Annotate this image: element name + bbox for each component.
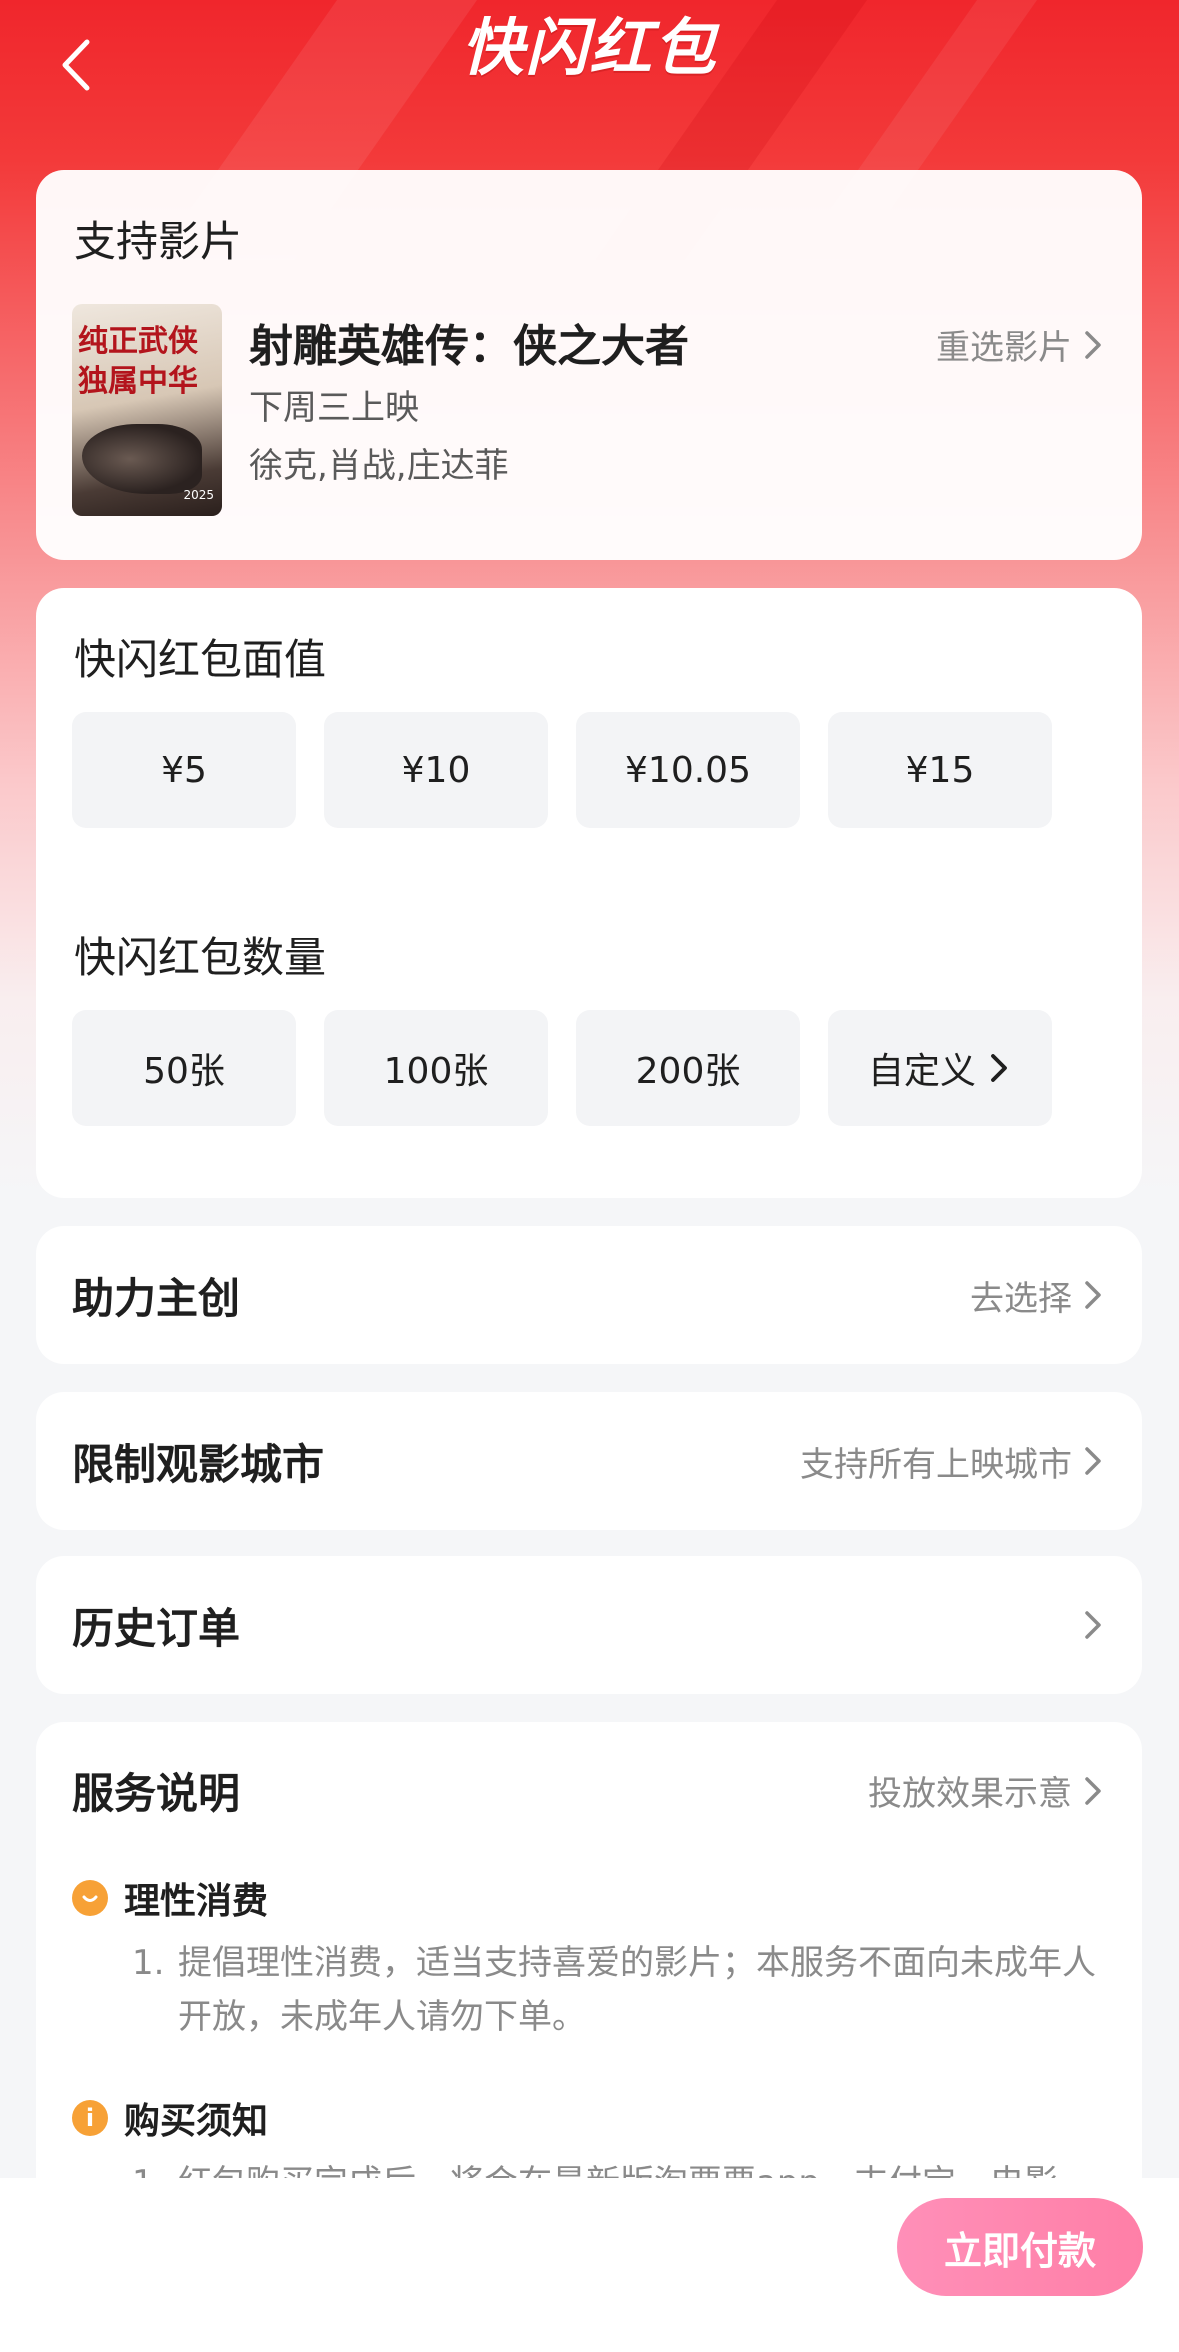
chevron-right-icon [1085,1447,1101,1475]
reselect-movie-button[interactable]: 重选影片 [936,320,1106,369]
rational-consumption-title: 理性消费 [124,1881,269,1922]
page: 快闪红包 支持影片 纯正武侠 独属中华 2025 射雕英雄传：侠之大者 下周三上… [0,0,1179,2352]
quantity-option[interactable]: 100张 [324,1010,548,1126]
movie-poster: 纯正武侠 独属中华 2025 [72,304,222,516]
help-creators-action: 去选择 [970,1271,1106,1320]
movie-name: 射雕英雄传：侠之大者 [249,321,689,372]
quantity-option[interactable]: 50张 [72,1010,296,1126]
pay-now-button[interactable]: 立即付款 [897,2198,1143,2296]
custom-quantity-button[interactable]: 自定义 [828,1010,1052,1126]
quantity-title: 快闪红包数量 [74,933,327,982]
chevron-right-icon [1085,1776,1101,1805]
purchase-notice-heading: i 购买须知 [72,2092,268,2144]
movie-release: 下周三上映 [249,388,419,428]
face-value-option[interactable]: ¥10.05 [576,712,800,828]
city-limit-value: 支持所有上映城市 [800,1437,1106,1486]
poster-headline: 纯正武侠 独属中华 [78,324,198,399]
poster-artwork [82,424,202,494]
effect-demo-link[interactable]: 投放效果示意 [868,1766,1106,1815]
help-creators-title: 助力主创 [72,1273,241,1323]
help-creators-action-label: 去选择 [970,1278,1072,1319]
face-value-options: ¥5 ¥10 ¥10.05 ¥15 [72,712,1052,828]
help-creators-row[interactable]: 助力主创 去选择 [36,1226,1142,1364]
page-title: 快闪红包 [461,11,718,84]
bottom-bar: 立即付款 [0,2178,1179,2352]
history-orders-title: 历史订单 [72,1603,241,1653]
list-number: 1. [132,1943,165,1983]
effect-demo-label: 投放效果示意 [868,1774,1072,1814]
history-orders-row[interactable]: 历史订单 [36,1556,1142,1694]
purchase-notice-title: 购买须知 [124,2101,269,2142]
city-limit-row[interactable]: 限制观影城市 支持所有上映城市 [36,1392,1142,1530]
movie-card: 支持影片 纯正武侠 独属中华 2025 射雕英雄传：侠之大者 下周三上映 徐克,… [36,170,1142,560]
service-title: 服务说明 [72,1769,241,1818]
movie-section-title: 支持影片 [74,217,243,266]
service-header: 服务说明 投放效果示意 [72,1760,1106,1821]
quantity-options: 50张 100张 200张 自定义 [72,1010,1052,1126]
rational-consumption-heading: 理性消费 [72,1872,268,1924]
city-limit-value-label: 支持所有上映城市 [800,1444,1072,1485]
reselect-label: 重选影片 [936,328,1072,368]
chevron-right-icon [1085,1281,1101,1309]
chevron-right-icon [1085,330,1101,359]
rational-consumption-text: 1. 提倡理性消费，适当支持喜爱的影片；本服务不面向未成年人开放，未成年人请勿下… [132,1936,1112,2044]
movie-cast: 徐克,肖战,庄达菲 [249,446,509,486]
face-value-option[interactable]: ¥5 [72,712,296,828]
face-value-option[interactable]: ¥10 [324,712,548,828]
list-item-text: 提倡理性消费，适当支持喜爱的影片；本服务不面向未成年人开放，未成年人请勿下单。 [178,1943,1096,2037]
custom-quantity-label: 自定义 [867,1051,976,1092]
poster-year: 2025 [183,488,214,502]
face-value-option[interactable]: ¥15 [828,712,1052,828]
city-limit-title: 限制观影城市 [72,1439,325,1489]
quantity-option[interactable]: 200张 [576,1010,800,1126]
options-card: 快闪红包面值 ¥5 ¥10 ¥10.05 ¥15 快闪红包数量 50张 100张… [36,588,1142,1198]
chevron-right-icon [991,1054,1007,1082]
history-orders-arrow [1080,1608,1106,1642]
info-icon: i [72,2100,108,2136]
face-value-title: 快闪红包面值 [74,635,327,684]
smile-icon [72,1880,108,1916]
chevron-right-icon [1085,1611,1101,1639]
